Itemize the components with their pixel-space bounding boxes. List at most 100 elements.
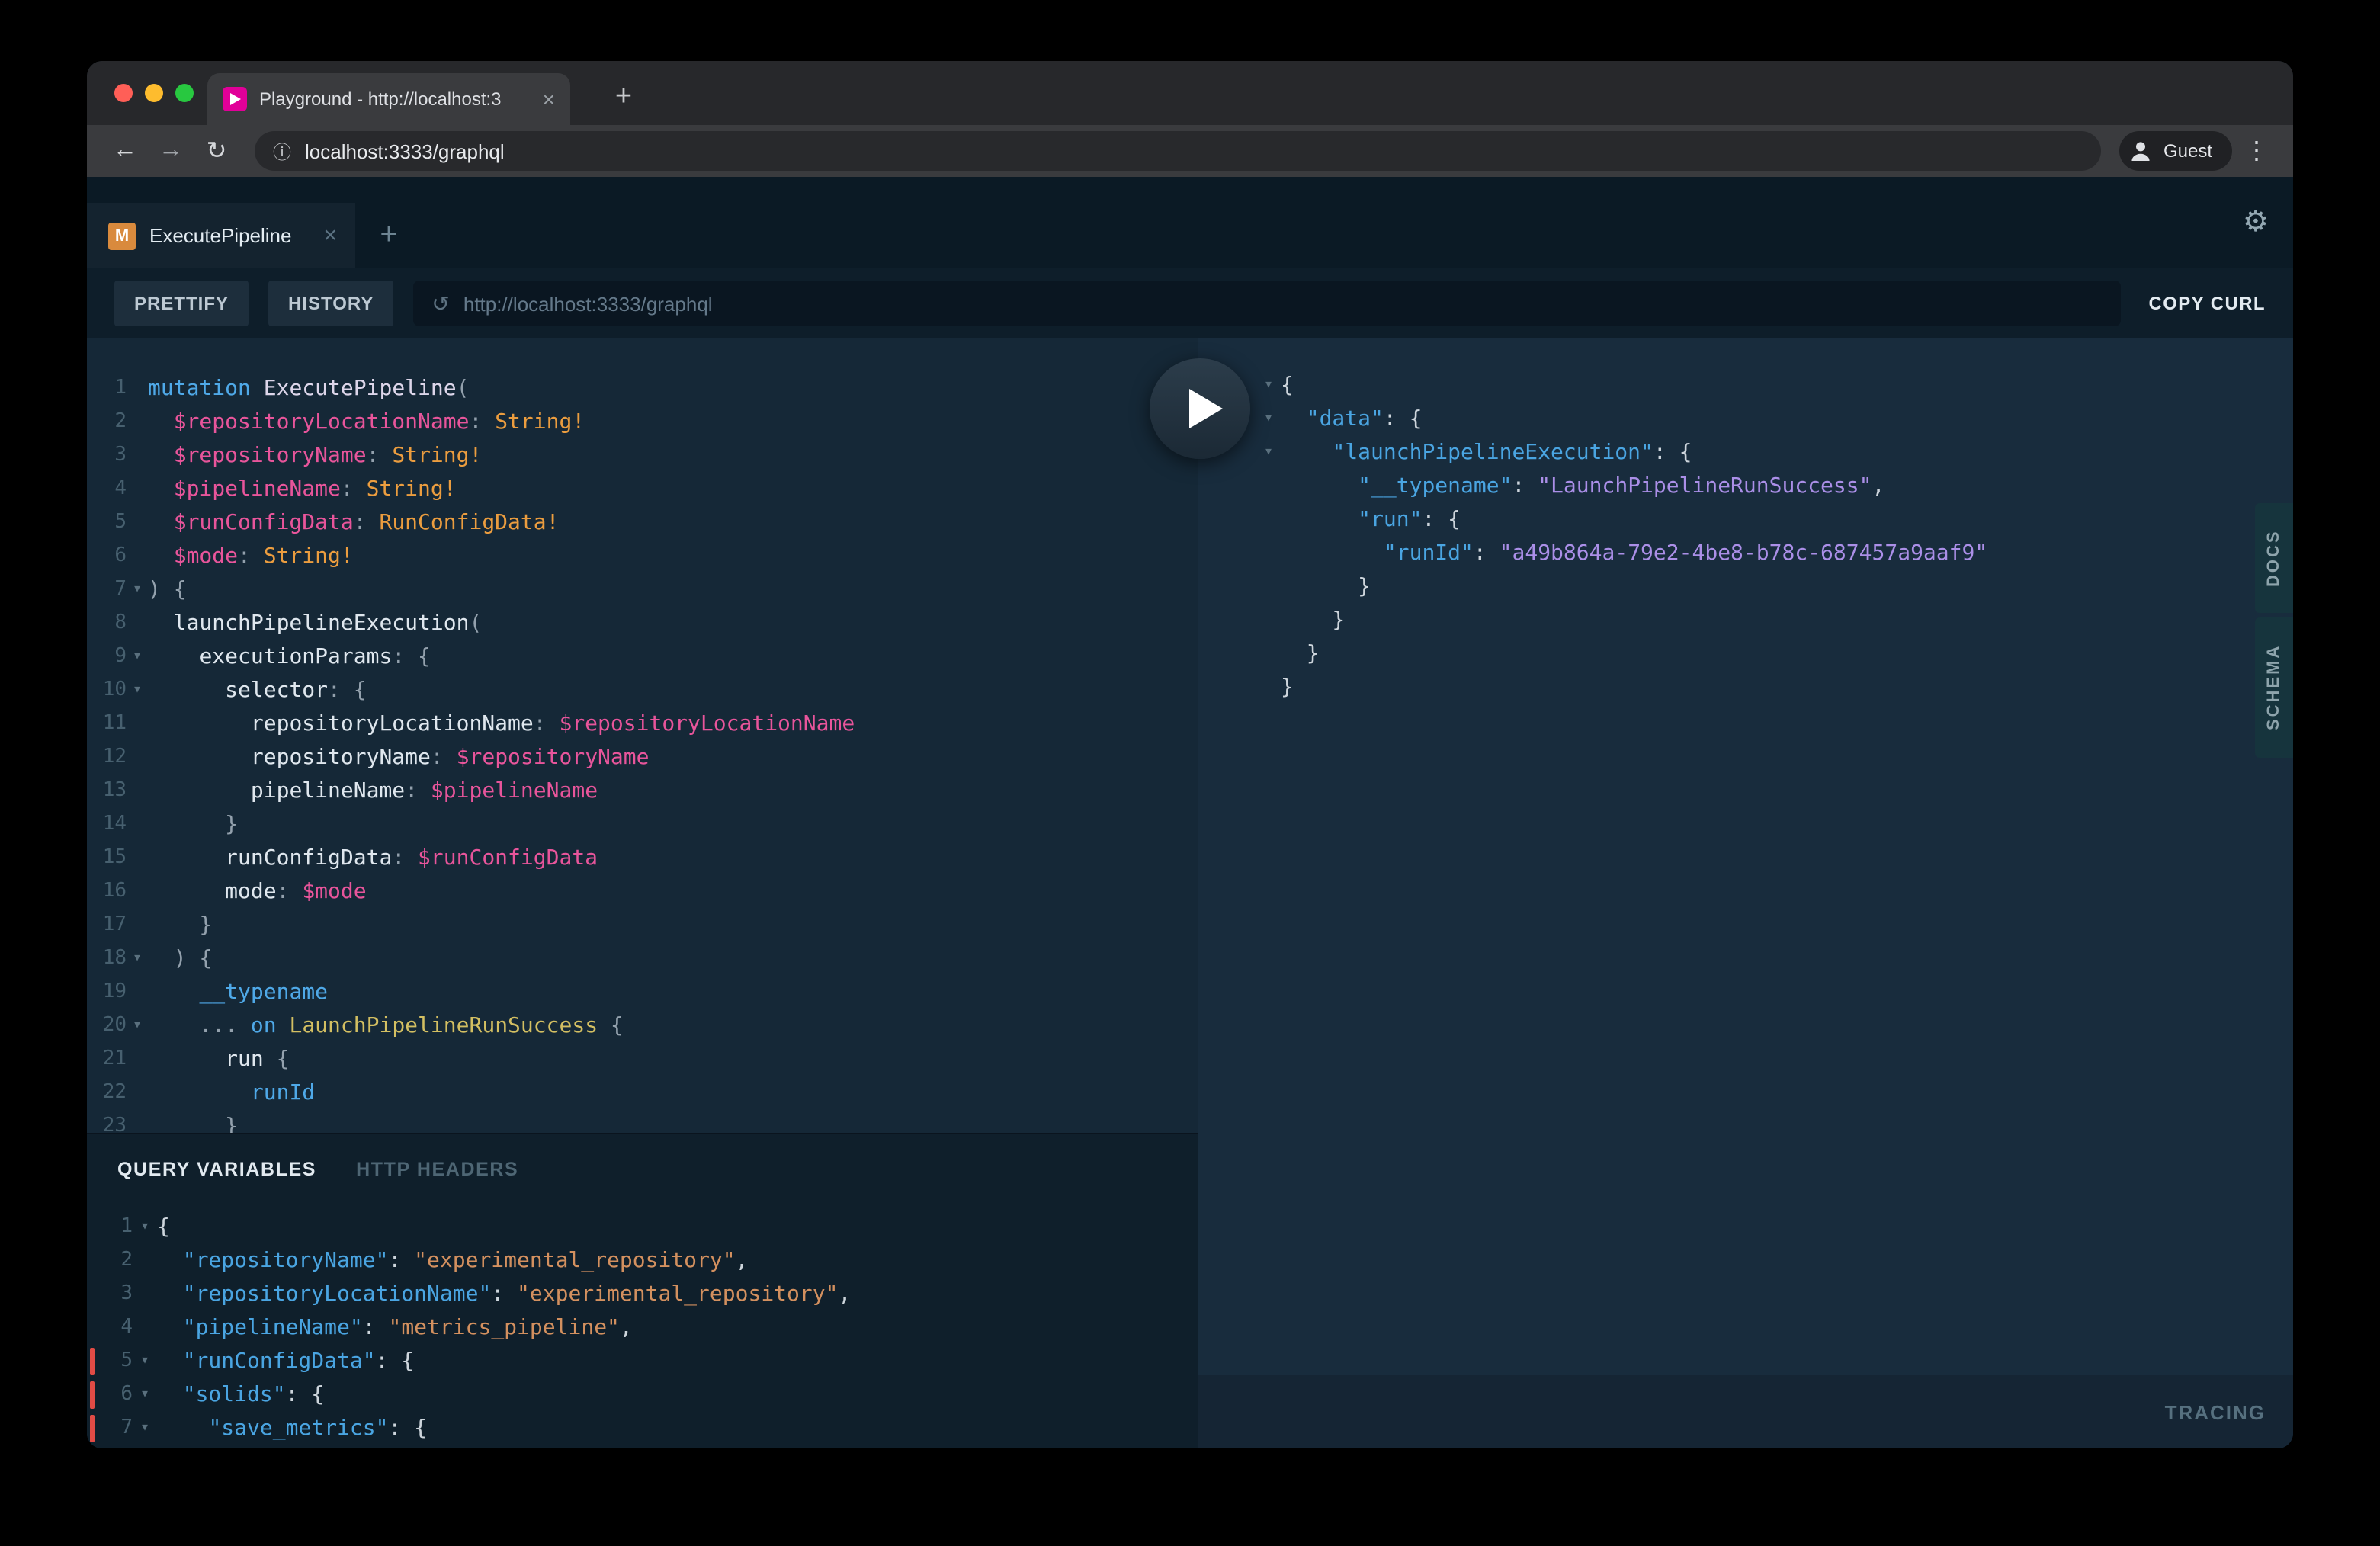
fold-gutter [127,1076,148,1110]
code-line[interactable]: 5▾ "runConfigData": { [87,1345,1198,1378]
code-line[interactable]: 19 __typename [87,976,1198,1009]
zoom-window-button[interactable] [175,84,194,102]
line-number: 3 [87,1278,133,1311]
minimize-window-button[interactable] [145,84,163,102]
fold-caret-icon[interactable]: ▾ [1256,403,1281,436]
query-pane: 1mutation ExecutePipeline(2 $repositoryL… [87,338,1198,1448]
code-line[interactable]: 17 } [87,909,1198,942]
history-button[interactable]: HISTORY [268,281,393,326]
tab-query-variables[interactable]: QUERY VARIABLES [117,1159,316,1180]
variables-editor[interactable]: 1▾{2 "repositoryName": "experimental_rep… [87,1211,1198,1445]
code-line[interactable]: 20▾ ... on LaunchPipelineRunSuccess { [87,1009,1198,1043]
copy-curl-button[interactable]: COPY CURL [2148,293,2266,314]
code-text: { [157,1211,170,1244]
code-line[interactable]: 16 mode: $mode [87,875,1198,909]
fold-caret-icon[interactable]: ▾ [133,1378,157,1412]
code-line[interactable]: 6▾ "solids": { [87,1378,1198,1412]
fold-caret-icon[interactable]: ▾ [1256,369,1281,403]
code-line[interactable]: 12 repositoryName: $repositoryName [87,741,1198,775]
tab-http-headers[interactable]: HTTP HEADERS [356,1159,518,1180]
fold-caret-icon[interactable]: ▾ [133,1412,157,1445]
code-line[interactable]: ▾{ [1198,369,2293,403]
site-info-icon[interactable]: ⓘ [273,138,291,164]
line-number: 1 [87,372,127,406]
url-bar[interactable]: ⓘ localhost:3333/graphql [255,131,2101,171]
code-line[interactable]: "__typename": "LaunchPipelineRunSuccess"… [1198,470,2293,503]
back-icon[interactable]: ← [105,137,145,165]
fold-caret-icon[interactable]: ▾ [127,573,148,607]
code-line[interactable]: } [1198,671,2293,704]
forward-icon[interactable]: → [151,137,191,165]
code-line[interactable]: 7▾) { [87,573,1198,607]
tab-execute-pipeline[interactable]: M ExecutePipeline × [87,203,355,268]
schema-tab[interactable]: SCHEMA [2255,617,2293,758]
code-line[interactable]: 9▾ executionParams: { [87,640,1198,674]
new-playground-tab-button[interactable]: + [355,203,422,268]
docs-tab[interactable]: DOCS [2255,503,2293,613]
code-line[interactable]: } [1198,637,2293,671]
fold-caret-icon[interactable]: ▾ [133,1345,157,1378]
code-line[interactable]: ▾ "launchPipelineExecution": { [1198,436,2293,470]
code-line[interactable]: "run": { [1198,503,2293,537]
fold-caret-icon[interactable]: ▾ [127,942,148,976]
code-line[interactable]: 4 "pipelineName": "metrics_pipeline", [87,1311,1198,1345]
prettify-button[interactable]: PRETTIFY [114,281,249,326]
code-line[interactable]: ▾ "data": { [1198,403,2293,436]
line-number: 3 [87,439,127,473]
code-line[interactable]: 23 } [87,1110,1198,1133]
fold-gutter [133,1278,157,1311]
profile-button[interactable]: Guest [2119,131,2232,171]
code-line[interactable]: 4 $pipelineName: String! [87,473,1198,506]
code-line[interactable]: } [1198,604,2293,637]
browser-tab[interactable]: Playground - http://localhost:3 × [207,73,570,125]
code-line[interactable]: 1mutation ExecutePipeline( [87,372,1198,406]
code-text: "__typename": "LaunchPipelineRunSuccess"… [1281,470,1884,503]
tracing-bar[interactable]: TRACING [1198,1375,2293,1448]
play-icon [1188,389,1222,428]
code-line[interactable]: 21 run { [87,1043,1198,1076]
fold-gutter [127,1043,148,1076]
code-line[interactable]: 10▾ selector: { [87,674,1198,707]
line-number: 9 [87,640,127,674]
fold-caret-icon[interactable]: ▾ [1256,436,1281,470]
code-text: run { [148,1043,289,1076]
new-tab-button[interactable]: + [602,76,645,119]
query-editor[interactable]: 1mutation ExecutePipeline(2 $repositoryL… [87,338,1198,1133]
line-number: 22 [87,1076,127,1110]
code-line[interactable]: 5 $runConfigData: RunConfigData! [87,506,1198,540]
code-line[interactable]: 13 pipelineName: $pipelineName [87,775,1198,808]
code-text: } [1281,637,1320,671]
error-marker-icon [90,1348,95,1375]
code-line[interactable]: 2 $repositoryLocationName: String! [87,406,1198,439]
browser-menu-icon[interactable]: ⋮ [2238,136,2275,166]
endpoint-input[interactable]: ↺ http://localhost:3333/graphql [413,281,2121,326]
code-line[interactable]: 14 } [87,808,1198,842]
code-line[interactable]: 18▾ ) { [87,942,1198,976]
fold-gutter [127,473,148,506]
close-tab-icon[interactable]: × [543,87,555,111]
code-line[interactable]: 3 $repositoryName: String! [87,439,1198,473]
fold-caret-icon[interactable]: ▾ [127,1009,148,1043]
fold-caret-icon[interactable]: ▾ [127,640,148,674]
fold-caret-icon[interactable]: ▾ [133,1211,157,1244]
fold-caret-icon[interactable]: ▾ [127,674,148,707]
code-line[interactable]: 7▾ "save_metrics": { [87,1412,1198,1445]
code-line[interactable]: 3 "repositoryLocationName": "experimenta… [87,1278,1198,1311]
close-window-button[interactable] [114,84,133,102]
code-line[interactable]: 15 runConfigData: $runConfigData [87,842,1198,875]
code-line[interactable]: "runId": "a49b864a-79e2-4be8-b78c-687457… [1198,537,2293,570]
code-line[interactable]: 8 launchPipelineExecution( [87,607,1198,640]
code-line[interactable]: 1▾{ [87,1211,1198,1244]
reload-icon[interactable]: ↻ [197,136,236,166]
code-line[interactable]: 11 repositoryLocationName: $repositoryLo… [87,707,1198,741]
fold-gutter [133,1311,157,1345]
settings-gear-icon[interactable]: ⚙ [2243,205,2269,240]
code-line[interactable]: 6 $mode: String! [87,540,1198,573]
code-line[interactable]: 2 "repositoryName": "experimental_reposi… [87,1244,1198,1278]
code-line[interactable]: 22 runId [87,1076,1198,1110]
close-playground-tab-icon[interactable]: × [323,223,337,249]
code-line[interactable]: } [1198,570,2293,604]
execute-button[interactable] [1150,358,1250,459]
error-marker-icon [90,1415,95,1442]
code-text: launchPipelineExecution( [148,607,482,640]
